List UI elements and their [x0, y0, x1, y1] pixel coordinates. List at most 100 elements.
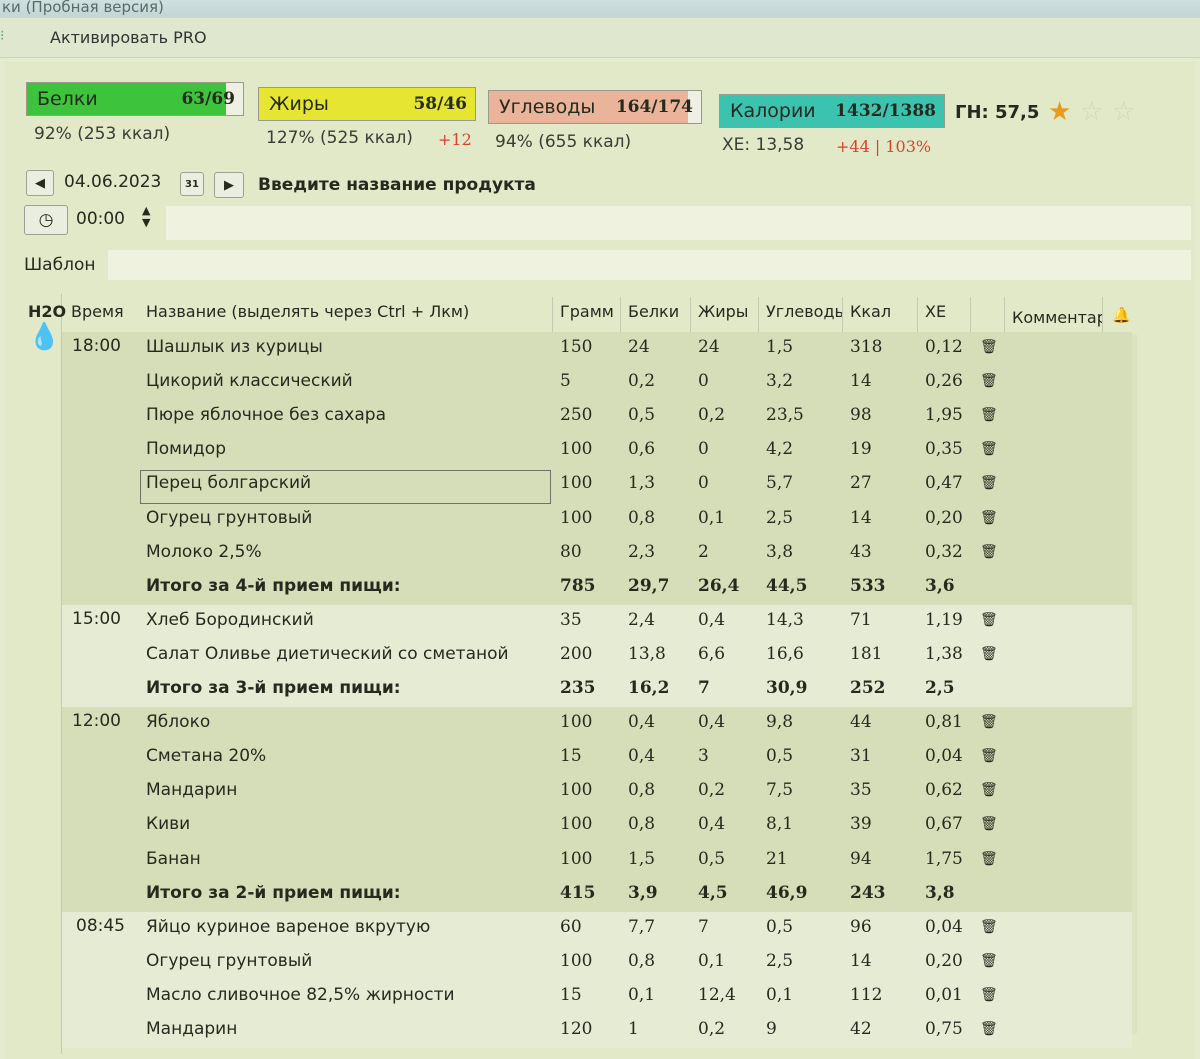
trash-icon[interactable]: 🗑	[980, 1021, 998, 1037]
cell-xe[interactable]: 1,38	[925, 644, 963, 664]
cell-gram[interactable]: 100	[560, 849, 592, 869]
cell-xe[interactable]: 0,04	[925, 746, 963, 766]
food-name[interactable]: Шашлык из курицы	[146, 337, 323, 357]
cell-fat[interactable]: 0,2	[698, 405, 725, 425]
cell-carbs[interactable]: 23,5	[766, 405, 804, 425]
trash-icon[interactable]: 🗑	[980, 987, 998, 1003]
cell-gram[interactable]: 60	[560, 917, 582, 937]
cell-gram[interactable]: 5	[560, 371, 571, 391]
col-fat[interactable]: Жиры	[698, 302, 748, 321]
cell-gram[interactable]: 120	[560, 1019, 592, 1039]
cell-kcal[interactable]: 35	[850, 780, 872, 800]
trash-icon[interactable]: 🗑	[980, 612, 998, 628]
cell-carbs[interactable]: 0,1	[766, 985, 793, 1005]
star-icon[interactable]: ★	[1048, 97, 1071, 127]
col-time[interactable]: Время	[71, 302, 124, 321]
water-drop-icon[interactable]: 💧	[28, 322, 60, 352]
cell-kcal[interactable]: 98	[850, 405, 872, 425]
food-name[interactable]: Масло сливочное 82,5% жирности	[146, 985, 455, 1005]
cell-gram[interactable]: 80	[560, 542, 582, 562]
cell-xe[interactable]: 0,26	[925, 371, 963, 391]
cell-fat[interactable]: 2	[698, 542, 709, 562]
cell-protein[interactable]: 13,8	[628, 644, 666, 664]
cell-carbs[interactable]: 2,5	[766, 951, 793, 971]
trash-icon[interactable]: 🗑	[980, 339, 998, 355]
col-h2o[interactable]: H2O	[28, 302, 66, 321]
food-name[interactable]: Яблоко	[146, 712, 210, 732]
time-spinner[interactable]: ▲ ▼	[142, 205, 150, 229]
meal-time[interactable]: 15:00	[72, 609, 121, 629]
cell-xe[interactable]: 0,01	[925, 985, 963, 1005]
meal-time[interactable]: 12:00	[72, 711, 121, 731]
trash-icon[interactable]: 🗑	[980, 441, 998, 457]
cell-xe[interactable]: 0,47	[925, 473, 963, 493]
cell-xe[interactable]: 0,20	[925, 951, 963, 971]
cell-carbs[interactable]: 4,2	[766, 439, 793, 459]
cell-carbs[interactable]: 16,6	[766, 644, 804, 664]
food-name[interactable]: Помидор	[146, 439, 226, 459]
cell-protein[interactable]: 0,1	[628, 985, 655, 1005]
cell-protein[interactable]: 1,3	[628, 473, 655, 493]
trash-icon[interactable]: 🗑	[980, 407, 998, 423]
cell-xe[interactable]: 0,75	[925, 1019, 963, 1039]
food-name[interactable]: Мандарин	[146, 1019, 237, 1039]
cell-gram[interactable]: 100	[560, 712, 592, 732]
cell-carbs[interactable]: 21	[766, 849, 788, 869]
col-protein[interactable]: Белки	[628, 302, 679, 321]
food-name[interactable]: Молоко 2,5%	[146, 542, 262, 562]
cell-protein[interactable]: 0,4	[628, 712, 655, 732]
food-name[interactable]: Киви	[146, 814, 190, 834]
col-name[interactable]: Название (выделять через Ctrl + Лкм)	[146, 302, 469, 321]
cell-protein[interactable]: 1,5	[628, 849, 655, 869]
cell-gram[interactable]: 100	[560, 814, 592, 834]
cell-protein[interactable]: 0,8	[628, 780, 655, 800]
food-name[interactable]: Яйцо куриное вареное вкрутую	[146, 917, 430, 937]
trash-icon[interactable]: 🗑	[980, 544, 998, 560]
calendar-icon[interactable]: 31	[180, 172, 204, 196]
clock-icon[interactable]: ◷	[24, 205, 68, 235]
trash-icon[interactable]: 🗑	[980, 851, 998, 867]
cell-fat[interactable]: 0	[698, 439, 709, 459]
trash-icon[interactable]: 🗑	[980, 782, 998, 798]
cell-fat[interactable]: 0,4	[698, 712, 725, 732]
cell-carbs[interactable]: 14,3	[766, 610, 804, 630]
cell-kcal[interactable]: 43	[850, 542, 872, 562]
cell-protein[interactable]: 7,7	[628, 917, 655, 937]
cell-protein[interactable]: 2,3	[628, 542, 655, 562]
cell-fat[interactable]: 7	[698, 917, 709, 937]
cell-kcal[interactable]: 71	[850, 610, 872, 630]
cell-carbs[interactable]: 3,2	[766, 371, 793, 391]
cell-carbs[interactable]: 9	[766, 1019, 777, 1039]
col-comment[interactable]: Комментарий	[1012, 308, 1102, 327]
cell-fat[interactable]: 0	[698, 473, 709, 493]
cell-carbs[interactable]: 7,5	[766, 780, 793, 800]
time-field[interactable]: 00:00	[76, 209, 125, 229]
cell-gram[interactable]: 100	[560, 473, 592, 493]
cell-carbs[interactable]: 3,8	[766, 542, 793, 562]
cell-carbs[interactable]: 9,8	[766, 712, 793, 732]
cell-protein[interactable]: 0,8	[628, 814, 655, 834]
cell-protein[interactable]: 0,2	[628, 371, 655, 391]
cell-gram[interactable]: 150	[560, 337, 592, 357]
trash-icon[interactable]: 🗑	[980, 373, 998, 389]
cell-fat[interactable]: 3	[698, 746, 709, 766]
cell-kcal[interactable]: 31	[850, 746, 872, 766]
cell-protein[interactable]: 0,8	[628, 508, 655, 528]
cell-fat[interactable]: 0,4	[698, 814, 725, 834]
cell-xe[interactable]: 0,20	[925, 508, 963, 528]
trash-icon[interactable]: 🗑	[980, 953, 998, 969]
cell-kcal[interactable]: 181	[850, 644, 882, 664]
cell-fat[interactable]: 0,1	[698, 951, 725, 971]
cell-protein[interactable]: 24	[628, 337, 650, 357]
col-xe[interactable]: ХЕ	[925, 302, 946, 321]
cell-protein[interactable]: 0,6	[628, 439, 655, 459]
cell-xe[interactable]: 0,62	[925, 780, 963, 800]
template-input[interactable]	[108, 250, 1191, 280]
food-name[interactable]: Огурец грунтовый	[146, 508, 312, 528]
cell-kcal[interactable]: 318	[850, 337, 882, 357]
star-icon[interactable]: ☆	[1080, 97, 1103, 127]
col-kcal[interactable]: Ккал	[850, 302, 891, 321]
cell-kcal[interactable]: 14	[850, 951, 872, 971]
food-name[interactable]: Пюре яблочное без сахара	[146, 405, 386, 425]
cell-kcal[interactable]: 14	[850, 371, 872, 391]
